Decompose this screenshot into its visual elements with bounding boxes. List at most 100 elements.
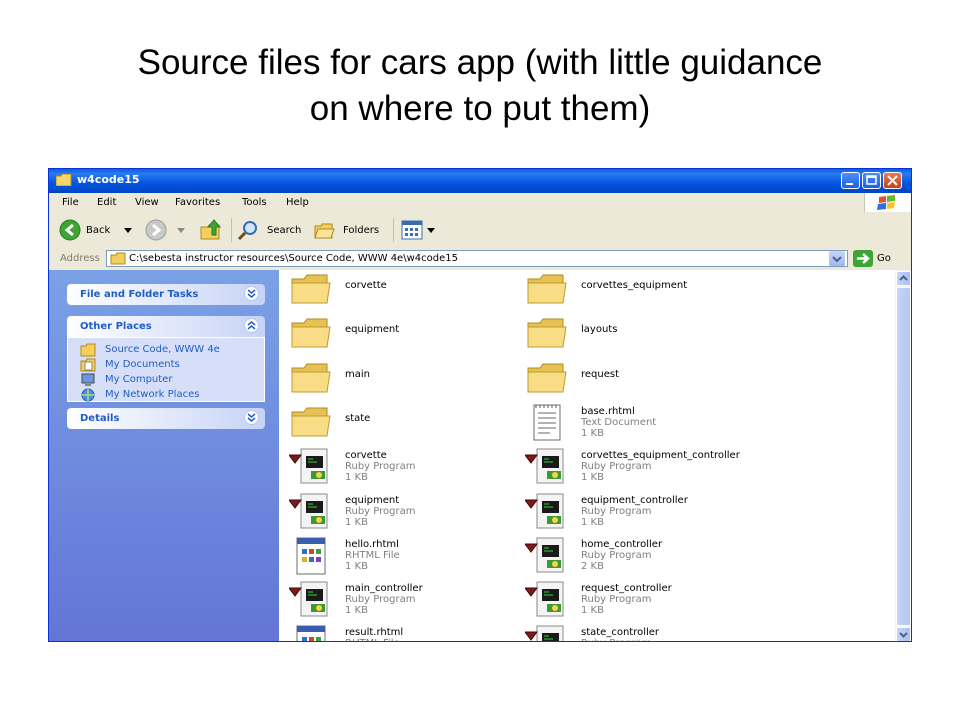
menu-edit[interactable]: Edit — [97, 197, 116, 208]
views-button[interactable] — [401, 218, 437, 242]
file-name: layouts — [581, 324, 618, 336]
up-folder-icon — [200, 219, 222, 240]
vertical-scrollbar[interactable] — [895, 270, 911, 641]
ruby-program-icon — [288, 492, 333, 532]
file-size: 1 KB — [345, 560, 368, 572]
file-item[interactable]: main_controller Ruby Program 1 KB — [288, 580, 519, 624]
address-field[interactable]: C:\sebesta instructor resources\Source C… — [106, 250, 848, 267]
address-dropdown-button[interactable] — [829, 251, 845, 266]
folder-icon — [80, 343, 96, 357]
ruby-program-icon — [524, 624, 569, 641]
file-item[interactable]: state — [289, 403, 519, 447]
expand-chevron-icon[interactable] — [244, 286, 259, 301]
folder-icon — [289, 314, 333, 354]
rhtml-file-icon — [289, 536, 333, 576]
minimize-button[interactable] — [841, 172, 860, 189]
place-label: Source Code, WWW 4e — [105, 344, 220, 355]
file-item[interactable]: corvettes_equipment_controller Ruby Progr… — [524, 447, 755, 491]
other-places-header[interactable]: Other Places — [67, 316, 265, 337]
menu-view[interactable]: View — [135, 197, 159, 208]
toolbar-separator — [231, 218, 232, 242]
menu-favorites[interactable]: Favorites — [175, 197, 220, 208]
file-item[interactable]: request — [525, 359, 755, 403]
window-title: w4code15 — [77, 173, 140, 186]
file-type: Ruby Program — [581, 594, 652, 606]
dropdown-arrow-icon[interactable] — [124, 228, 132, 234]
file-item[interactable]: home_controller Ruby Program 2 KB — [524, 536, 755, 580]
file-item[interactable]: corvette Ruby Program 1 KB — [288, 447, 519, 491]
file-name: main — [345, 368, 370, 380]
file-item[interactable]: base.rhtml Text Document 1 KB — [525, 403, 755, 447]
file-size: 1 KB — [345, 472, 368, 484]
close-button[interactable] — [883, 172, 902, 189]
file-item[interactable]: state_controllerRuby Program — [524, 624, 755, 641]
ruby-program-icon — [524, 580, 569, 620]
place-label: My Network Places — [105, 389, 200, 400]
search-label: Search — [267, 225, 302, 236]
details-header[interactable]: Details — [67, 408, 265, 429]
address-bar: Address C:\sebesta instructor resources\… — [49, 248, 911, 270]
back-label: Back — [86, 225, 111, 236]
file-name: main_controller — [345, 583, 423, 595]
slide-title-line-2: on where to put them) — [309, 89, 651, 128]
file-item[interactable]: hello.rhtml RHTML File 1 KB — [289, 536, 519, 580]
up-folder-button[interactable] — [199, 218, 225, 242]
file-type: Ruby Program — [581, 638, 651, 641]
title-bar[interactable]: w4code15 — [49, 169, 911, 193]
file-name: equipment_controller — [581, 494, 688, 506]
back-button[interactable]: Back — [59, 218, 137, 242]
folder-icon — [525, 359, 569, 399]
computer-icon — [81, 373, 95, 386]
dropdown-arrow-icon[interactable] — [177, 228, 185, 234]
chevron-down-icon — [899, 632, 908, 638]
collapse-chevron-icon[interactable] — [244, 318, 259, 333]
folder-icon — [525, 314, 569, 354]
ruby-program-icon — [524, 447, 569, 487]
file-item[interactable]: request_controller Ruby Program 1 KB — [524, 580, 755, 624]
toolbar-separator — [393, 218, 394, 242]
file-item[interactable]: main — [289, 359, 519, 403]
network-icon — [81, 388, 95, 402]
file-size: 1 KB — [345, 516, 368, 528]
go-button[interactable]: Go — [853, 250, 907, 267]
slide-title-line-1: Source files for cars app (with little g… — [137, 43, 823, 82]
file-item[interactable]: corvette — [289, 270, 519, 314]
minimize-icon — [846, 183, 853, 185]
scroll-down-button[interactable] — [896, 627, 911, 641]
folders-button[interactable]: Folders — [313, 218, 387, 242]
file-item[interactable]: equipment Ruby Program 1 KB — [288, 492, 519, 536]
file-name: corvettes_equipment_controller — [581, 450, 740, 462]
file-name: request — [581, 368, 620, 380]
scroll-thumb[interactable] — [896, 287, 911, 626]
menu-help[interactable]: Help — [286, 197, 309, 208]
close-icon — [887, 175, 898, 186]
documents-icon — [80, 358, 96, 372]
file-name: base.rhtml — [581, 405, 635, 417]
menu-file[interactable]: File — [62, 197, 79, 208]
search-button[interactable]: Search — [237, 218, 305, 242]
text-document-icon — [525, 403, 569, 443]
file-type: RHTML File — [345, 638, 400, 641]
menu-tools[interactable]: Tools — [242, 197, 267, 208]
file-item[interactable]: corvettes_equipment — [525, 270, 755, 314]
maximize-button[interactable] — [862, 172, 881, 189]
file-item[interactable]: layouts — [525, 314, 755, 358]
folder-icon — [56, 174, 72, 186]
file-folder-tasks-header[interactable]: File and Folder Tasks — [67, 284, 265, 305]
expand-chevron-icon[interactable] — [244, 410, 259, 425]
scroll-up-button[interactable] — [896, 271, 911, 286]
file-item[interactable]: equipment_controller Ruby Program 1 KB — [524, 492, 755, 536]
folder-icon — [289, 403, 333, 443]
file-type: Ruby Program — [345, 505, 416, 517]
file-item[interactable]: equipment — [289, 314, 519, 358]
ruby-program-icon — [524, 536, 569, 576]
folders-label: Folders — [343, 225, 380, 236]
forward-button[interactable] — [145, 218, 190, 242]
address-path: C:\sebesta instructor resources\Source C… — [129, 253, 458, 264]
dropdown-arrow-icon[interactable] — [427, 228, 435, 234]
forward-arrow-icon — [145, 219, 167, 241]
file-item[interactable]: result.rhtmlRHTML File — [289, 624, 519, 641]
menu-bar: File Edit View Favorites Tools Help — [49, 193, 911, 213]
folder-icon — [289, 270, 333, 310]
address-label: Address — [60, 253, 100, 264]
